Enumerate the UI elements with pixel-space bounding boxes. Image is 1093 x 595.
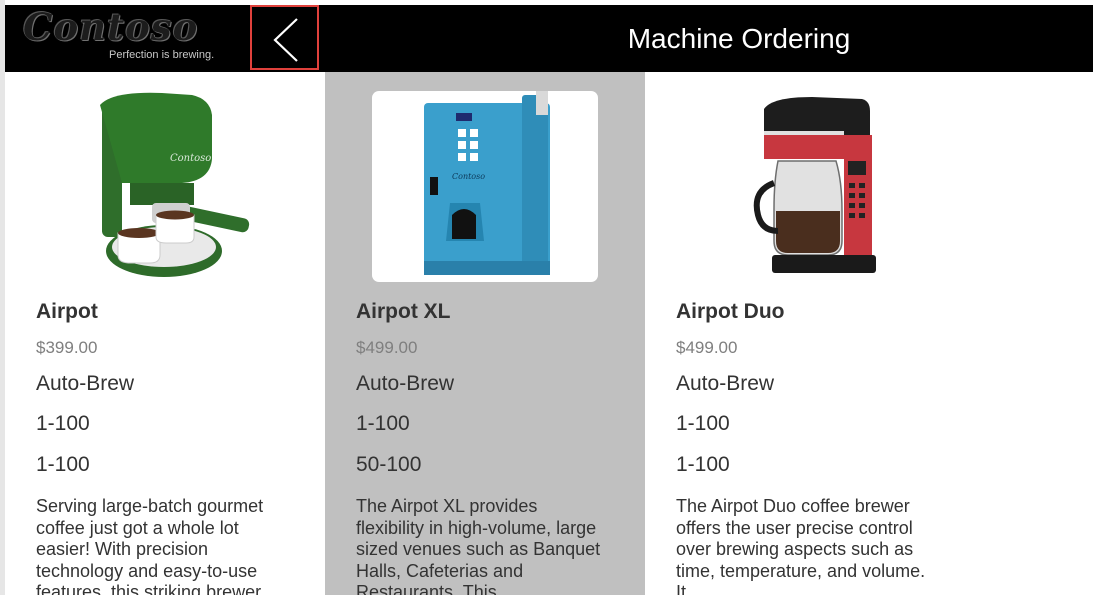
product-card-airpot[interactable]: Contoso Airpot $399.00 Auto-Brew 1-100 1… (5, 72, 325, 595)
product-range-a: 1-100 (676, 412, 730, 435)
product-range-a: 1-100 (36, 412, 90, 435)
logo-wordmark: Contoso (23, 5, 199, 49)
product-brew-type: Auto-Brew (36, 372, 135, 395)
product-card-airpot-duo[interactable]: Airpot Duo $499.00 Auto-Brew 1-100 1-100… (645, 72, 965, 595)
back-button[interactable] (250, 5, 319, 70)
product-description: Serving large-batch gourmet coffee just … (36, 496, 264, 595)
svg-text:Contoso: Contoso (452, 172, 485, 181)
chevron-left-icon (273, 18, 298, 62)
product-price: $499.00 (676, 338, 738, 357)
contoso-logo: Contoso Perfection is brewing. (19, 5, 229, 67)
blue-coffee-dispenser-image: Contoso (372, 91, 598, 282)
page-title: Machine Ordering (627, 23, 851, 54)
product-name: Airpot Duo (676, 300, 785, 323)
svg-text:Contoso: Contoso (170, 153, 211, 164)
product-name: Airpot XL (356, 300, 451, 323)
product-range-a: 1-100 (356, 412, 410, 435)
product-range-b: 1-100 (36, 453, 90, 476)
product-description: The Airpot Duo coffee brewer offers the … (676, 496, 926, 595)
product-price: $399.00 (36, 338, 98, 357)
product-range-b: 1-100 (676, 453, 730, 476)
app-header: Contoso Perfection is brewing. Machine O… (5, 5, 1093, 72)
product-card-airpot-xl[interactable]: Contoso Airpot XL $499.00 Auto-Brew 1-10… (325, 72, 645, 595)
product-range-b: 50-100 (356, 453, 422, 476)
product-description: The Airpot XL provides flexibility in hi… (356, 496, 601, 595)
product-price: $499.00 (356, 338, 418, 357)
product-brew-type: Auto-Brew (676, 372, 775, 395)
product-brew-type: Auto-Brew (356, 372, 455, 395)
product-name: Airpot (36, 300, 98, 323)
green-espresso-machine-image: Contoso (52, 91, 278, 282)
logo-tagline: Perfection is brewing. (109, 49, 215, 61)
red-drip-coffee-maker-image (692, 91, 918, 282)
